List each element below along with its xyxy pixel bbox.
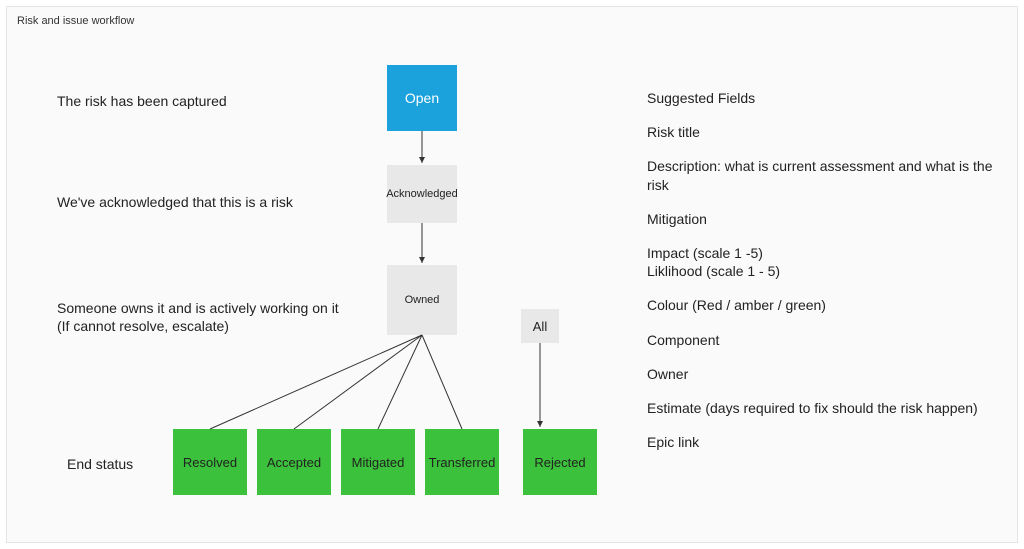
caption-end: End status (67, 455, 133, 473)
node-acknowledged: Acknowledged (387, 165, 457, 223)
node-rejected: Rejected (523, 429, 597, 495)
node-all: All (521, 309, 559, 343)
field-mitigation: Mitigation (647, 210, 1007, 228)
node-resolved: Resolved (173, 429, 247, 495)
field-component: Component (647, 331, 1007, 349)
caption-open: The risk has been captured (57, 92, 227, 110)
suggested-fields-panel: Suggested Fields Risk title Description:… (647, 89, 1007, 467)
side-heading: Suggested Fields (647, 89, 1007, 107)
field-impact: Impact (scale 1 -5) (647, 244, 1007, 262)
node-open: Open (387, 65, 457, 131)
field-estimate: Estimate (days required to fix should th… (647, 399, 1007, 417)
node-owned: Owned (387, 265, 457, 335)
diagram-frame: Risk and issue workflow The risk has bee… (6, 6, 1018, 543)
node-accepted: Accepted (257, 429, 331, 495)
caption-acknowledged: We've acknowledged that this is a risk (57, 193, 293, 211)
caption-owned-line1: Someone owns it and is actively working … (57, 300, 339, 316)
node-transferred: Transferred (425, 429, 499, 495)
field-colour: Colour (Red / amber / green) (647, 296, 1007, 314)
field-owner: Owner (647, 365, 1007, 383)
caption-owned-line2: (If cannot resolve, escalate) (57, 318, 229, 334)
caption-owned: Someone owns it and is actively working … (57, 299, 339, 335)
field-likelihood: Liklihood (scale 1 - 5) (647, 262, 1007, 280)
field-risk-title: Risk title (647, 123, 1007, 141)
field-epic-link: Epic link (647, 433, 1007, 451)
field-description: Description: what is current assessment … (647, 157, 1007, 193)
diagram-title: Risk and issue workflow (17, 15, 134, 27)
node-mitigated: Mitigated (341, 429, 415, 495)
